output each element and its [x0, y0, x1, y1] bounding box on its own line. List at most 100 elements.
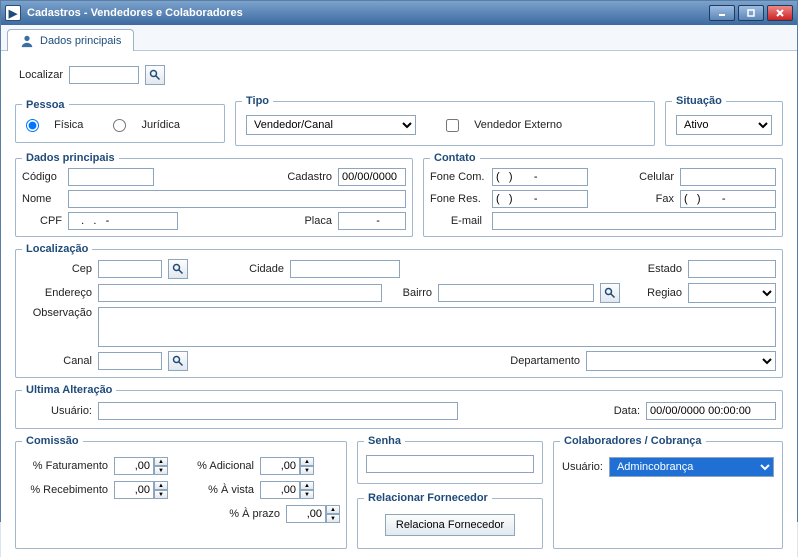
endereco-label: Endereço	[22, 287, 92, 299]
depto-select[interactable]	[586, 351, 776, 371]
contato-legend: Contato	[430, 152, 480, 164]
alt-usuario-input[interactable]	[98, 402, 458, 420]
ultima-alteracao-fieldset: Ultima Alteração Usuário: Data:	[15, 384, 783, 429]
colab-usuario-select[interactable]: Admincobrança	[609, 457, 774, 477]
depto-label: Departamento	[510, 355, 580, 367]
rec-label: % Recebimento	[22, 484, 108, 496]
alt-legend: Ultima Alteração	[22, 384, 116, 396]
situacao-legend: Situação	[672, 95, 726, 107]
obs-textarea[interactable]	[98, 307, 776, 347]
nome-input[interactable]	[68, 190, 406, 208]
foneres-label: Fone Res.	[430, 193, 486, 205]
cep-input[interactable]	[98, 260, 162, 278]
canal-input[interactable]	[98, 352, 162, 370]
placa-input[interactable]	[338, 212, 406, 230]
avista-spinner[interactable]: ▲▼	[260, 481, 314, 499]
email-input[interactable]	[492, 212, 776, 230]
fat-spinner[interactable]: ▲▼	[114, 457, 168, 475]
close-button[interactable]	[767, 5, 793, 21]
senha-input[interactable]	[366, 455, 534, 473]
placa-label: Placa	[304, 215, 332, 227]
search-icon	[149, 69, 161, 81]
search-icon	[172, 263, 184, 275]
localizar-search-button[interactable]	[145, 65, 165, 85]
codigo-label: Código	[22, 171, 62, 183]
localizacao-fieldset: Localização Cep Cidade Estado Endereço B…	[15, 243, 783, 378]
fax-label: Fax	[656, 193, 674, 205]
maximize-button[interactable]	[738, 5, 764, 21]
search-icon	[604, 287, 616, 299]
pessoa-fieldset: Pessoa Física Jurídica	[15, 99, 225, 143]
senha-fieldset: Senha	[357, 435, 543, 484]
rec-spinner[interactable]: ▲▼	[114, 481, 168, 499]
localizar-input[interactable]	[69, 66, 139, 84]
loc-legend: Localização	[22, 243, 92, 255]
pessoa-juridica-option[interactable]: Jurídica	[113, 119, 180, 132]
tabbar: Dados principais	[1, 25, 797, 51]
vendedor-externo-checkbox[interactable]	[446, 119, 459, 132]
cidade-input[interactable]	[290, 260, 400, 278]
bairro-search-button[interactable]	[600, 283, 620, 303]
situacao-fieldset: Situação Ativo	[665, 95, 783, 146]
comissao-fieldset: Comissão % Faturamento ▲▼ % Adicional ▲▼…	[15, 435, 347, 549]
colaboradores-cobranca-fieldset: Colaboradores / Cobrança Usuário: Adminc…	[553, 435, 783, 549]
colab-usuario-label: Usuário:	[562, 461, 603, 473]
fax-input[interactable]	[680, 190, 776, 208]
alt-data-label: Data:	[614, 405, 640, 417]
aprazo-spinner[interactable]: ▲▼	[286, 505, 340, 523]
foneres-input[interactable]	[492, 190, 588, 208]
tab-dados-principais[interactable]: Dados principais	[7, 29, 134, 51]
cpf-label: CPF	[22, 215, 62, 227]
comissao-legend: Comissão	[22, 435, 83, 447]
cep-search-button[interactable]	[168, 259, 188, 279]
cidade-label: Cidade	[194, 263, 284, 275]
pessoa-fisica-radio[interactable]	[26, 119, 39, 132]
pessoa-juridica-radio[interactable]	[113, 119, 126, 132]
colab-legend: Colaboradores / Cobrança	[560, 435, 706, 447]
tipo-select[interactable]: Vendedor/Canal	[246, 115, 416, 135]
bairro-input[interactable]	[438, 284, 594, 302]
tab-label: Dados principais	[40, 35, 121, 47]
endereco-input[interactable]	[98, 284, 382, 302]
dados-legend: Dados principais	[22, 152, 119, 164]
pessoa-legend: Pessoa	[22, 99, 69, 111]
regiao-label: Regiao	[647, 287, 682, 299]
minimize-button[interactable]	[709, 5, 735, 21]
relaciona-fornecedor-button[interactable]: Relaciona Fornecedor	[385, 514, 515, 536]
estado-input[interactable]	[688, 260, 776, 278]
regiao-select[interactable]	[688, 283, 776, 303]
cadastro-input[interactable]	[338, 168, 406, 186]
fat-label: % Faturamento	[22, 460, 108, 472]
senha-legend: Senha	[364, 435, 405, 447]
canal-search-button[interactable]	[168, 351, 188, 371]
titlebar: ▶ Cadastros - Vendedores e Colaboradores	[1, 1, 797, 25]
celular-label: Celular	[639, 171, 674, 183]
vendedor-externo-option[interactable]: Vendedor Externo	[446, 119, 562, 132]
cadastro-label: Cadastro	[287, 171, 332, 183]
fonecom-label: Fone Com.	[430, 171, 486, 183]
tipo-fieldset: Tipo Vendedor/Canal Vendedor Externo	[235, 95, 655, 146]
estado-label: Estado	[648, 263, 682, 275]
cpf-input[interactable]	[68, 212, 178, 230]
search-icon	[172, 355, 184, 367]
rel-legend: Relacionar Fornecedor	[364, 492, 492, 504]
alt-data-input[interactable]	[646, 402, 776, 420]
avista-label: % À vista	[174, 484, 254, 496]
localizar-label: Localizar	[19, 69, 63, 81]
codigo-input[interactable]	[68, 168, 154, 186]
email-label: E-mail	[430, 215, 486, 227]
nome-label: Nome	[22, 193, 62, 205]
dados-principais-fieldset: Dados principais Código Cadastro Nome CP…	[15, 152, 413, 237]
pessoa-fisica-option[interactable]: Física	[26, 119, 83, 132]
tipo-legend: Tipo	[242, 95, 273, 107]
situacao-select[interactable]: Ativo	[676, 115, 772, 135]
fonecom-input[interactable]	[492, 168, 588, 186]
adic-label: % Adicional	[174, 460, 254, 472]
window-title: Cadastros - Vendedores e Colaboradores	[27, 7, 243, 19]
aprazo-label: % À prazo	[200, 508, 280, 520]
person-icon	[20, 34, 34, 48]
adic-spinner[interactable]: ▲▼	[260, 457, 314, 475]
contato-fieldset: Contato Fone Com. Celular Fone Res. Fax …	[423, 152, 783, 237]
celular-input[interactable]	[680, 168, 776, 186]
app-icon: ▶	[5, 5, 21, 21]
